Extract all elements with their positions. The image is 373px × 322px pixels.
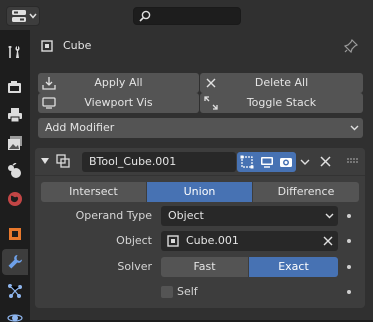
object-name: Cube [63,39,92,52]
world-tab[interactable] [2,186,28,212]
operand-type-value: Object [168,209,204,222]
keyframe-dot[interactable] [347,214,351,218]
render-toggle[interactable] [277,152,296,172]
chevron-down-icon [29,13,37,19]
properties-tab-strip [0,30,30,322]
delete-all-label: Delete All [254,76,309,89]
solver-fast[interactable]: Fast [161,257,248,277]
solver-fast-label: Fast [193,260,216,273]
chevron-down-icon [350,125,359,131]
chevron-down-icon [325,213,334,219]
keyframe-dot[interactable] [347,239,351,243]
collapse-arrow-icon[interactable] [41,158,49,165]
viewport-vis-label: Viewport Vis [84,96,153,109]
monitor-icon [260,155,274,169]
edit-mode-toggle[interactable] [237,152,258,172]
modifier-name: BTool_Cube.001 [89,155,177,168]
editor-type-selector[interactable] [6,6,40,26]
operation-union[interactable]: Union [147,182,252,202]
properties-editor-icon [12,10,26,22]
monitor-icon [42,96,56,110]
chevron-down-icon[interactable] [300,159,310,166]
mesh-object-icon [167,235,179,247]
object-field[interactable]: Cube.001 [161,231,338,251]
remove-modifier-icon[interactable] [320,156,331,167]
search-icon [139,10,151,22]
modifier-name-field[interactable]: BTool_Cube.001 [82,152,236,172]
apply-all-label: Apply All [94,76,143,89]
clear-x-icon[interactable] [323,236,333,246]
physics-tab[interactable] [2,305,28,322]
object-tab[interactable] [2,221,28,247]
solver-exact[interactable]: Exact [249,257,338,277]
tool-tab[interactable] [2,39,28,65]
search-input[interactable] [133,7,241,25]
operation-intersect-label: Intersect [69,185,118,198]
add-modifier-dropdown[interactable]: Add Modifier [38,118,363,138]
apply-all-button[interactable]: Apply All [38,73,199,93]
apply-down-icon [42,76,56,90]
modifiers-tab[interactable] [2,249,28,275]
output-tab[interactable] [2,102,28,128]
close-x-icon [205,77,217,89]
particles-tab[interactable] [2,278,28,304]
pin-icon[interactable] [344,39,358,53]
keyframe-dot[interactable] [347,265,351,269]
self-checkbox[interactable] [161,286,173,298]
operation-intersect[interactable]: Intersect [41,182,146,202]
toggle-stack-button[interactable]: Toggle Stack [200,93,363,113]
edit-mode-icon [240,155,254,169]
fullscreen-arrows-icon [204,96,218,110]
object-label: Object [116,234,152,247]
properties-header [0,0,373,30]
operand-type-label: Operand Type [75,209,152,222]
view-layer-tab[interactable] [2,130,28,156]
render-tab[interactable] [2,74,28,100]
object-value: Cube.001 [186,234,239,247]
mesh-object-icon [41,40,53,52]
delete-all-button[interactable]: Delete All [200,73,363,93]
solver-label: Solver [117,260,152,273]
self-label: Self [177,285,198,298]
solver-exact-label: Exact [278,260,309,273]
operand-type-dropdown[interactable]: Object [161,206,338,226]
keyframe-dot[interactable] [347,290,351,294]
boolean-modifier-icon [56,154,70,168]
add-modifier-label: Add Modifier [45,121,115,134]
operation-difference[interactable]: Difference [253,182,359,202]
operation-union-label: Union [183,185,216,198]
viewport-vis-button[interactable]: Viewport Vis [38,93,199,113]
scene-tab[interactable] [2,158,28,184]
camera-icon [279,155,293,169]
viewport-display-toggle[interactable] [258,152,277,172]
operation-difference-label: Difference [277,185,335,198]
toggle-stack-label: Toggle Stack [246,96,317,109]
drag-handle-icon[interactable] [347,158,359,164]
